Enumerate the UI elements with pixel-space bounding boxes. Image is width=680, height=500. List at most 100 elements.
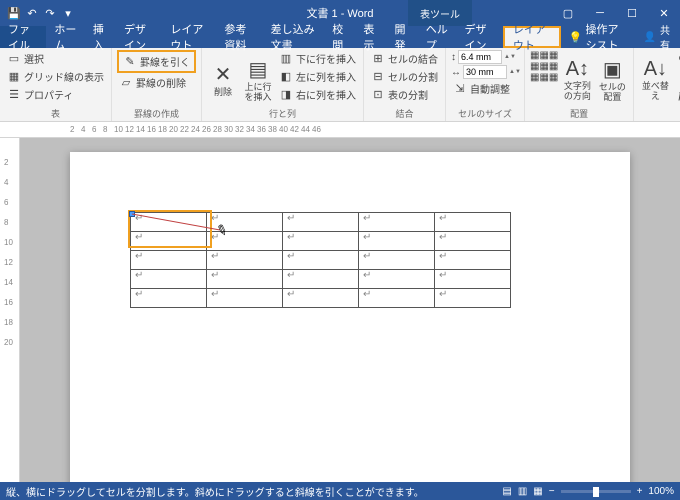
text-direction-button[interactable]: A↕文字列の方向 — [561, 50, 593, 106]
table-cell[interactable]: ↵ — [283, 213, 359, 232]
table-cell[interactable]: ↵ — [435, 251, 511, 270]
grid-icon: ▦ — [7, 70, 21, 84]
save-icon[interactable]: 💾 — [6, 5, 22, 21]
ribbon-tabs: ファイル ホーム 挿入 デザイン レイアウト 参考資料 差し込み文書 校閲 表示… — [0, 26, 680, 48]
col-width-spinner[interactable]: ↔▲▼ — [451, 65, 519, 79]
insert-right-button[interactable]: ◨右に列を挿入 — [277, 86, 358, 103]
tab-review[interactable]: 校閲 — [324, 26, 355, 48]
zoom-level[interactable]: 100% — [648, 486, 674, 497]
align-tr-icon[interactable]: ▦ — [549, 50, 558, 61]
split-cells-button[interactable]: ⊟セルの分割 — [369, 68, 440, 85]
row-height-spinner[interactable]: ↕▲▼ — [451, 50, 519, 64]
status-hint: 縦、横にドラッグしてセルを分割します。斜めにドラッグすると斜線を引くことができま… — [6, 484, 424, 499]
view-print-icon[interactable]: ▥ — [518, 486, 527, 497]
align-ml-icon[interactable]: ▦ — [530, 61, 539, 72]
table-cell[interactable]: ↵ — [359, 251, 435, 270]
cell-margins-button[interactable]: ▣セルの配置 — [596, 50, 628, 106]
eraser-button[interactable]: ▱罫線の削除 — [117, 74, 196, 91]
col-width-input[interactable] — [463, 65, 507, 79]
table-cell[interactable]: ↵ — [359, 232, 435, 251]
page-scroll[interactable]: ↵↵↵↵↵↵↵↵↵↵↵↵↵↵↵↵↵↵↵↵↵↵↵↵↵ ✎ — [20, 138, 680, 482]
tab-home[interactable]: ホーム — [46, 26, 85, 48]
view-web-icon[interactable]: ▦ — [533, 486, 542, 497]
spinner-arrows[interactable]: ▲▼ — [504, 54, 514, 60]
split-table-button[interactable]: ⊡表の分割 — [369, 86, 440, 103]
table-cell[interactable]: ↵ — [207, 289, 283, 308]
share-button[interactable]: 👤 共有 — [634, 26, 680, 48]
table-cell[interactable]: ↵ — [207, 251, 283, 270]
tab-insert[interactable]: 挿入 — [85, 26, 116, 48]
group-label-merge: 結合 — [369, 106, 440, 121]
insert-above-button[interactable]: ▤上に行を挿入 — [242, 50, 274, 106]
repeat-header-button[interactable]: ⟳タイトル行の繰り返し — [674, 50, 680, 67]
table-cell[interactable]: ↵ — [359, 289, 435, 308]
eraser-icon: ▱ — [119, 76, 133, 90]
properties-button[interactable]: ☰プロパティ — [5, 86, 106, 103]
align-br-icon[interactable]: ▦ — [549, 72, 558, 83]
delete-button[interactable]: ✕削除 — [207, 50, 239, 106]
tab-mailings[interactable]: 差し込み文書 — [263, 26, 325, 48]
tab-design[interactable]: デザイン — [116, 26, 162, 48]
table-cell[interactable]: ↵ — [207, 270, 283, 289]
tab-table-design[interactable]: デザイン — [456, 26, 502, 48]
align-tl-icon[interactable]: ▦ — [530, 50, 539, 61]
table-cell[interactable]: ↵ — [131, 232, 207, 251]
table-cell[interactable]: ↵ — [131, 289, 207, 308]
table-cell[interactable]: ↵ — [283, 270, 359, 289]
qat-customize-icon[interactable]: ▾ — [60, 5, 76, 21]
tab-help[interactable]: ヘルプ — [418, 26, 457, 48]
draw-table-button[interactable]: ✎罫線を引く — [117, 50, 196, 73]
table-cell[interactable]: ↵ — [359, 270, 435, 289]
tab-layout[interactable]: レイアウト — [162, 26, 216, 48]
insert-below-button[interactable]: ▥下に行を挿入 — [277, 50, 358, 67]
tab-references[interactable]: 参考資料 — [216, 26, 262, 48]
table-cell[interactable]: ↵ — [283, 289, 359, 308]
table-cell[interactable]: ↵ — [435, 232, 511, 251]
group-rows-cols: ✕削除 ▤上に行を挿入 ▥下に行を挿入 ◧左に列を挿入 ◨右に列を挿入 行と列 — [202, 48, 364, 121]
spinner-arrows[interactable]: ▲▼ — [509, 69, 519, 75]
insert-left-icon: ◧ — [279, 70, 293, 84]
align-bc-icon[interactable]: ▦ — [539, 72, 548, 83]
sort-icon: A↓ — [644, 58, 667, 81]
table-cell[interactable]: ↵ — [359, 213, 435, 232]
view-gridlines-button[interactable]: ▦グリッド線の表示 — [5, 68, 106, 85]
align-bl-icon[interactable]: ▦ — [530, 72, 539, 83]
formula-button[interactable]: ƒx計算式 — [674, 86, 680, 103]
group-label-data: データ — [639, 106, 680, 121]
ribbon: ▭選択 ▦グリッド線の表示 ☰プロパティ 表 ✎罫線を引く ▱罫線の削除 罫線の… — [0, 48, 680, 122]
align-mr-icon[interactable]: ▦ — [549, 61, 558, 72]
table-cell[interactable]: ↵ — [283, 251, 359, 270]
zoom-in-icon[interactable]: + — [637, 486, 643, 497]
tab-file[interactable]: ファイル — [0, 26, 46, 48]
table-cell[interactable]: ↵ — [131, 251, 207, 270]
table-cell[interactable]: ↵ — [131, 270, 207, 289]
tell-me[interactable]: 💡操作アシスト — [561, 26, 634, 48]
redo-icon[interactable]: ↷ — [42, 5, 58, 21]
vertical-ruler[interactable]: 2468101214161820 — [0, 138, 20, 482]
table-cell[interactable]: ↵ — [435, 270, 511, 289]
tab-view[interactable]: 表示 — [355, 26, 386, 48]
table-cell[interactable]: ↵ — [435, 213, 511, 232]
table-cell[interactable]: ↵ — [283, 232, 359, 251]
group-label-cell-size: セルのサイズ — [451, 106, 519, 121]
sort-button[interactable]: A↓並べ替え — [639, 50, 671, 106]
insert-left-button[interactable]: ◧左に列を挿入 — [277, 68, 358, 85]
merge-cells-button[interactable]: ⊞セルの結合 — [369, 50, 440, 67]
row-height-input[interactable] — [458, 50, 502, 64]
select-button[interactable]: ▭選択 — [5, 50, 106, 67]
zoom-slider[interactable] — [561, 490, 631, 493]
table-cell[interactable]: ↵ — [435, 289, 511, 308]
align-mc-icon[interactable]: ▦ — [539, 61, 548, 72]
tab-table-layout[interactable]: レイアウト — [503, 26, 561, 48]
convert-button[interactable]: ≡表の解除 — [674, 68, 680, 85]
autofit-button[interactable]: ⇲自動調整 — [451, 80, 519, 97]
page[interactable]: ↵↵↵↵↵↵↵↵↵↵↵↵↵↵↵↵↵↵↵↵↵↵↵↵↵ ✎ — [70, 152, 630, 482]
ribbon-display-icon[interactable]: ▢ — [552, 0, 584, 26]
tab-developer[interactable]: 開発 — [387, 26, 418, 48]
view-read-icon[interactable]: ▤ — [502, 486, 511, 497]
zoom-out-icon[interactable]: − — [549, 486, 555, 497]
horizontal-ruler[interactable]: 2468101214161820222426283032343638404244… — [0, 122, 680, 138]
undo-icon[interactable]: ↶ — [24, 5, 40, 21]
align-tc-icon[interactable]: ▦ — [539, 50, 548, 61]
zoom-thumb[interactable] — [593, 487, 599, 497]
